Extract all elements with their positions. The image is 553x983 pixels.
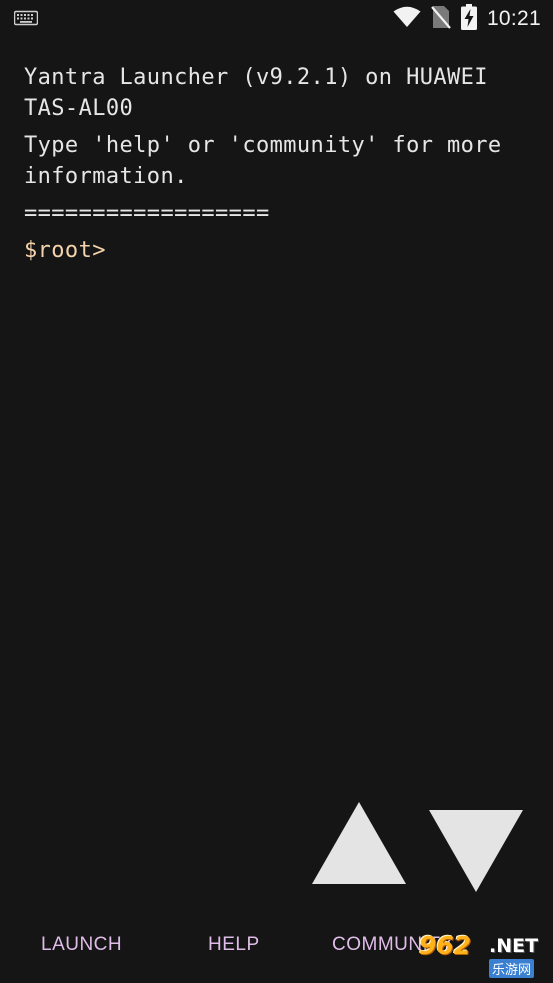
status-bar: 10:21 (0, 0, 553, 38)
watermark-logo: 962 .NET 乐游网 (413, 929, 551, 981)
arrow-up-icon[interactable] (312, 802, 406, 884)
arrow-down-icon[interactable] (429, 810, 523, 892)
help-hint-line: Type 'help' or 'community' for more info… (24, 133, 516, 189)
keyboard-icon (13, 9, 39, 31)
suggestion-launch[interactable]: LAUNCH (41, 934, 122, 956)
watermark-net: .NET (489, 935, 539, 957)
watermark-number: 962 (419, 931, 472, 960)
launcher-version-line: Yantra Launcher (v9.2.1) on HUAWEI TAS-A… (24, 65, 502, 121)
command-prompt[interactable]: $root> (24, 235, 539, 266)
suggestion-help[interactable]: HELP (208, 934, 260, 956)
no-sim-icon (431, 5, 451, 33)
battery-charging-icon (460, 4, 477, 34)
terminal-output: Yantra Launcher (v9.2.1) on HUAWEI TAS-A… (24, 62, 539, 266)
clock: 10:21 (486, 7, 541, 30)
wifi-icon (393, 6, 421, 32)
separator-line: ================== (24, 201, 270, 226)
watermark-sub: 乐游网 (489, 959, 535, 978)
